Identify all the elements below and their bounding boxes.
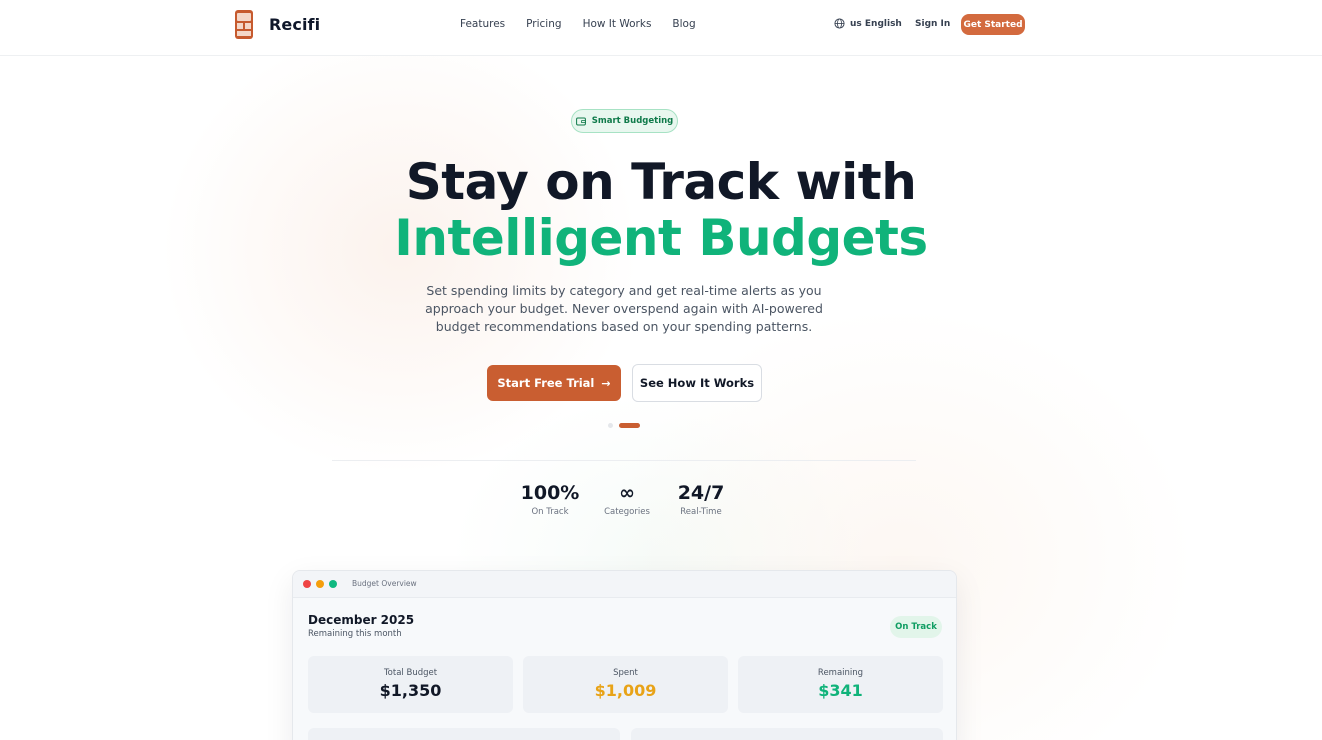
nav-links: Features Pricing How It Works Blog [460, 18, 696, 30]
card-value: $1,350 [379, 681, 442, 700]
language-label: us English [850, 18, 902, 29]
nav-link-features[interactable]: Features [460, 18, 505, 30]
stat-value: ∞ [619, 482, 635, 504]
window-titlebar: Budget Overview [293, 571, 956, 598]
card-value: $1,009 [594, 681, 657, 700]
sign-in-link[interactable]: Sign In [915, 19, 950, 29]
recifi-logo-icon [235, 10, 253, 39]
see-how-it-works-button[interactable]: See How It Works [632, 364, 762, 402]
language-selector[interactable]: us English [834, 18, 902, 29]
window-title: Budget Overview [352, 579, 417, 588]
card-label: Remaining [817, 668, 864, 678]
hero-title-line-1: Stay on Track with [405, 153, 917, 211]
total-budget-card: Total Budget $1,350 [308, 656, 513, 713]
stat-value: 24/7 [677, 482, 725, 504]
stat-label: Real-Time [680, 507, 722, 517]
hero-title-line-2: Intelligent Budgets [394, 209, 928, 267]
budget-month: December 2025 [308, 613, 415, 627]
spent-card: Spent $1,009 [523, 656, 728, 713]
nav-link-how-it-works[interactable]: How It Works [583, 18, 652, 30]
stat-categories: ∞ Categories [598, 481, 656, 517]
globe-icon [834, 18, 845, 29]
category-panel-right [631, 728, 943, 740]
stats-divider [332, 460, 916, 461]
stat-value: 100% [520, 482, 580, 504]
remaining-caption: Remaining this month [308, 629, 402, 639]
start-free-trial-button[interactable]: Start Free Trial → [487, 365, 621, 401]
brand-name: Recifi [269, 15, 321, 34]
smart-budgeting-badge: Smart Budgeting [571, 109, 678, 133]
brand-logo[interactable]: Recifi [235, 10, 320, 39]
hero-subtitle: Set spending limits by category and get … [425, 283, 823, 334]
on-track-status-badge: On Track [890, 616, 942, 638]
nav-link-pricing[interactable]: Pricing [526, 18, 561, 30]
stat-label: Categories [604, 507, 650, 517]
card-label: Total Budget [383, 668, 438, 678]
start-free-trial-label: Start Free Trial [497, 376, 595, 390]
stat-on-track: 100% On Track [520, 481, 580, 517]
badge-label: Smart Budgeting [591, 116, 674, 126]
window-minimize-dot [316, 580, 324, 588]
arrow-right-icon: → [601, 376, 611, 390]
card-label: Spent [613, 668, 638, 678]
get-started-button[interactable]: Get Started [961, 14, 1025, 35]
card-value: $341 [818, 681, 863, 700]
carousel-dot-1[interactable] [608, 423, 613, 428]
carousel-dot-2-active[interactable] [619, 423, 640, 428]
wallet-icon [575, 117, 586, 125]
category-panel-left [308, 728, 620, 740]
stat-real-time: 24/7 Real-Time [674, 481, 728, 517]
window-close-dot [303, 580, 311, 588]
window-maximize-dot [329, 580, 337, 588]
budget-overview-preview: Budget Overview December 2025 Remaining … [292, 570, 957, 740]
nav-link-blog[interactable]: Blog [672, 18, 695, 30]
remaining-card: Remaining $341 [738, 656, 943, 713]
top-navbar: Recifi Features Pricing How It Works Blo… [0, 0, 1322, 56]
stat-label: On Track [531, 507, 569, 517]
